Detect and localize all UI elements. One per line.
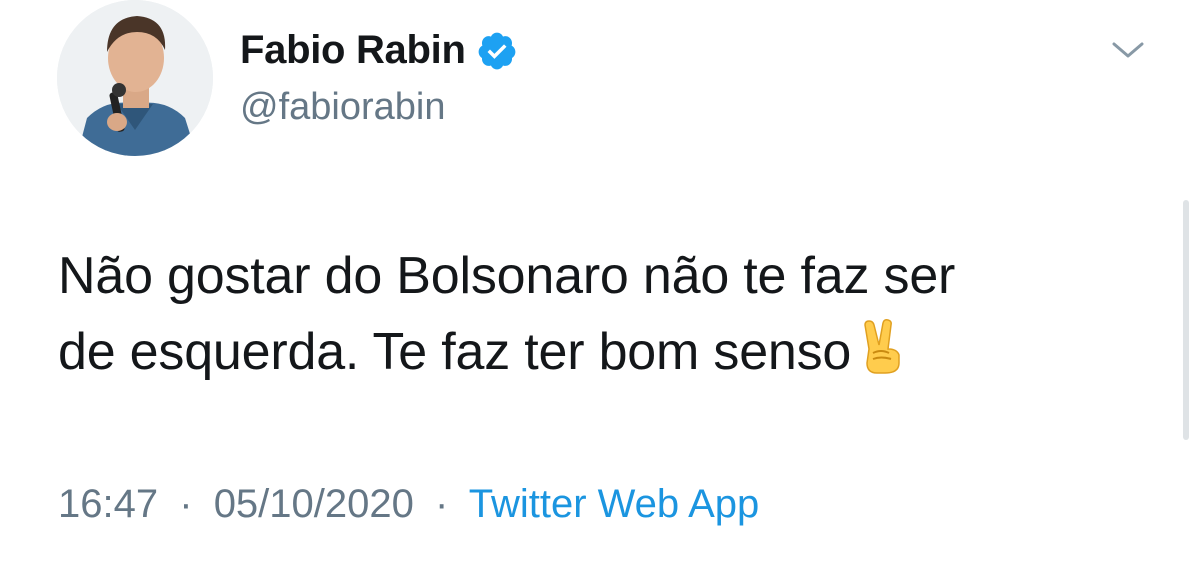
scrollbar[interactable] <box>1183 200 1189 440</box>
profile-photo-icon <box>57 0 213 156</box>
tweet-text: Não gostar do Bolsonaro não te faz ser d… <box>58 238 1168 390</box>
tweet-source-link[interactable]: Twitter Web App <box>469 482 760 526</box>
tweet-card: Fabio Rabin @fabiorabin Não gostar do Bo… <box>0 0 1200 567</box>
tweet-text-line-2: de esquerda. Te faz ter bom senso <box>58 314 1168 390</box>
author-handle[interactable]: @fabiorabin <box>240 86 445 129</box>
tweet-text-line-2-content: de esquerda. Te faz ter bom senso <box>58 323 852 381</box>
meta-separator: · <box>179 482 193 526</box>
author-name-row[interactable]: Fabio Rabin <box>240 28 518 73</box>
tweet-date[interactable]: 05/10/2020 <box>214 482 414 526</box>
meta-separator: · <box>435 482 449 526</box>
victory-hand-emoji-icon <box>859 319 905 375</box>
tweet-time[interactable]: 16:47 <box>58 482 158 526</box>
tweet-text-line-1: Não gostar do Bolsonaro não te faz ser <box>58 247 956 305</box>
display-name[interactable]: Fabio Rabin <box>240 28 466 73</box>
avatar[interactable] <box>57 0 213 156</box>
chevron-down-icon[interactable] <box>1110 38 1146 62</box>
verified-badge-icon <box>476 30 518 72</box>
tweet-meta: 16:47 · 05/10/2020 · Twitter Web App <box>58 482 759 527</box>
